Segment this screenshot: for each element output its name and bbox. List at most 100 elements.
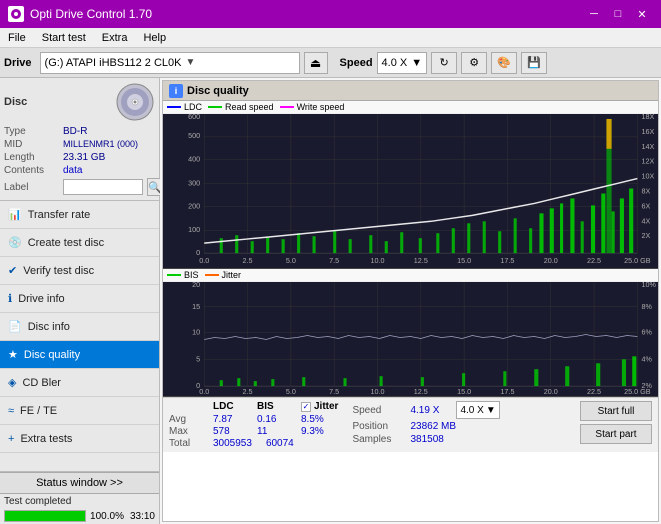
legend-writespeed: Write speed bbox=[280, 102, 345, 112]
nav-fe-te[interactable]: ≈ FE / TE bbox=[0, 397, 159, 425]
nav-transfer-rate[interactable]: 📊 Transfer rate bbox=[0, 201, 159, 229]
svg-text:10: 10 bbox=[192, 329, 200, 337]
svg-text:20.0: 20.0 bbox=[544, 388, 558, 396]
close-button[interactable]: ✕ bbox=[631, 5, 653, 23]
fe-te-label: FE / TE bbox=[20, 405, 57, 417]
label-input[interactable] bbox=[63, 179, 143, 195]
maximize-button[interactable]: □ bbox=[607, 5, 629, 23]
svg-text:8%: 8% bbox=[642, 303, 653, 311]
disc-quality-panel: i Disc quality LDC Read speed Write spee… bbox=[162, 80, 659, 522]
svg-text:4X: 4X bbox=[642, 217, 651, 225]
svg-text:600: 600 bbox=[188, 114, 200, 121]
cd-bler-icon: ◈ bbox=[8, 376, 16, 389]
panel-title: Disc quality bbox=[187, 85, 249, 97]
svg-text:20: 20 bbox=[192, 282, 200, 289]
menu-file[interactable]: File bbox=[0, 30, 34, 46]
nav-disc-info[interactable]: 📄 Disc info bbox=[0, 313, 159, 341]
menu-extra[interactable]: Extra bbox=[94, 30, 136, 46]
minimize-button[interactable]: ─ bbox=[583, 5, 605, 23]
svg-text:2.5: 2.5 bbox=[243, 257, 253, 265]
svg-text:20.0: 20.0 bbox=[544, 257, 558, 265]
ldc-color-swatch bbox=[167, 106, 181, 108]
status-window-button[interactable]: Status window >> bbox=[0, 472, 159, 494]
color-button[interactable]: 🎨 bbox=[491, 52, 517, 74]
nav-drive-info[interactable]: ℹ Drive info bbox=[0, 285, 159, 313]
menubar: File Start test Extra Help bbox=[0, 28, 661, 48]
panel-header: i Disc quality bbox=[163, 81, 658, 101]
svg-text:16X: 16X bbox=[642, 128, 655, 136]
transfer-rate-icon: 📊 bbox=[8, 208, 22, 221]
total-label: Total bbox=[169, 438, 199, 449]
legend-bis-label: BIS bbox=[184, 270, 199, 280]
svg-text:6X: 6X bbox=[642, 202, 651, 210]
jitter-checkbox[interactable]: ✓ bbox=[301, 402, 311, 412]
stats-col-ldc bbox=[169, 401, 199, 412]
svg-text:400: 400 bbox=[188, 156, 200, 164]
avg-label: Avg bbox=[169, 414, 199, 425]
transfer-rate-label: Transfer rate bbox=[28, 209, 91, 221]
avg-ldc: 7.87 bbox=[213, 414, 243, 425]
speed-selector[interactable]: 4.0 X ▼ bbox=[377, 52, 428, 74]
start-full-button[interactable]: Start full bbox=[580, 401, 652, 421]
panel-icon: i bbox=[169, 84, 183, 98]
extra-tests-label: Extra tests bbox=[20, 433, 72, 445]
progress-fill bbox=[5, 511, 85, 521]
svg-text:4%: 4% bbox=[642, 355, 653, 363]
bis-header: BIS bbox=[257, 401, 287, 412]
samples-val: 381508 bbox=[410, 434, 443, 445]
legend-readspeed-label: Read speed bbox=[225, 102, 274, 112]
position-val: 23862 MB bbox=[410, 421, 456, 432]
speed-combo-val: 4.0 X bbox=[460, 405, 483, 416]
svg-text:200: 200 bbox=[188, 202, 200, 210]
nav-extra-tests[interactable]: + Extra tests bbox=[0, 425, 159, 453]
svg-text:0.0: 0.0 bbox=[199, 388, 209, 396]
jitter-color-swatch bbox=[205, 274, 219, 276]
settings-button[interactable]: ⚙ bbox=[461, 52, 487, 74]
nav-cd-bler[interactable]: ◈ CD Bler bbox=[0, 369, 159, 397]
menu-help[interactable]: Help bbox=[135, 30, 174, 46]
refresh-button[interactable]: ↻ bbox=[431, 52, 457, 74]
svg-text:6%: 6% bbox=[642, 329, 653, 337]
stats-table: LDC BIS ✓ Jitter Avg 7.87 0.16 8.5% bbox=[169, 401, 338, 449]
drivebar: Drive (G:) ATAPI iHBS112 2 CL0K ▼ ⏏ Spee… bbox=[0, 48, 661, 78]
nav-verify-test-disc[interactable]: ✔ Verify test disc bbox=[0, 257, 159, 285]
disc-info-icon: 📄 bbox=[8, 320, 22, 333]
nav-disc-quality[interactable]: ★ Disc quality bbox=[0, 341, 159, 369]
svg-text:18X: 18X bbox=[642, 114, 655, 121]
readspeed-color-swatch bbox=[208, 106, 222, 108]
speed-pos-table: Speed 4.19 X 4.0 X ▼ Position 23862 MB S… bbox=[352, 401, 500, 445]
chart1-container: 0 100 200 300 400 500 600 18X 16X 14X 12… bbox=[163, 114, 658, 269]
status-text: Test completed bbox=[4, 496, 71, 507]
speed-combo[interactable]: 4.0 X ▼ bbox=[456, 401, 500, 419]
svg-text:12X: 12X bbox=[642, 158, 655, 166]
menu-starttest[interactable]: Start test bbox=[34, 30, 94, 46]
svg-text:300: 300 bbox=[188, 180, 200, 188]
disc-title: Disc bbox=[4, 96, 27, 108]
eject-button[interactable]: ⏏ bbox=[304, 52, 328, 74]
legend-bis: BIS bbox=[167, 270, 199, 280]
chart1-svg: 0 100 200 300 400 500 600 18X 16X 14X 12… bbox=[163, 114, 658, 268]
disc-panel: Disc Type BD-R MID MILLENMR1 (000) Lengt… bbox=[0, 78, 159, 201]
svg-text:25.0 GB: 25.0 GB bbox=[624, 388, 651, 396]
bis-color-swatch bbox=[167, 274, 181, 276]
disc-icon bbox=[115, 82, 155, 122]
svg-text:7.5: 7.5 bbox=[329, 388, 339, 396]
app-icon bbox=[8, 6, 24, 22]
drive-value: (G:) ATAPI iHBS112 2 CL0K bbox=[45, 57, 182, 69]
nav-create-test-disc[interactable]: 💿 Create test disc bbox=[0, 229, 159, 257]
disc-quality-icon: ★ bbox=[8, 348, 18, 361]
writespeed-color-swatch bbox=[280, 106, 294, 108]
drive-selector[interactable]: (G:) ATAPI iHBS112 2 CL0K ▼ bbox=[40, 52, 300, 74]
extra-tests-icon: + bbox=[8, 433, 14, 445]
speed-key: Speed bbox=[352, 405, 404, 416]
speed-arrow-icon: ▼ bbox=[411, 57, 422, 69]
start-part-button[interactable]: Start part bbox=[580, 424, 652, 444]
cd-bler-label: CD Bler bbox=[22, 377, 61, 389]
drive-info-label: Drive info bbox=[18, 293, 64, 305]
svg-text:10%: 10% bbox=[642, 282, 657, 289]
create-test-disc-label: Create test disc bbox=[28, 237, 104, 249]
save-button[interactable]: 💾 bbox=[521, 52, 547, 74]
verify-test-disc-icon: ✔ bbox=[8, 264, 17, 277]
legend-writespeed-label: Write speed bbox=[297, 102, 345, 112]
app-title: Opti Drive Control 1.70 bbox=[30, 7, 152, 21]
